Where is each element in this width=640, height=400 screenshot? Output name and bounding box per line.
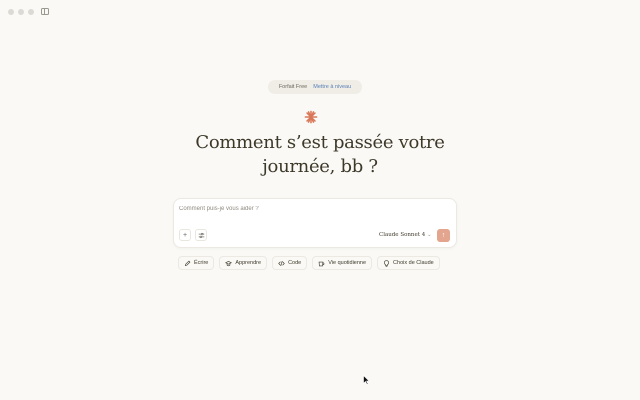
chip-learn[interactable]: Apprendre <box>219 256 268 270</box>
sliders-icon <box>198 232 204 238</box>
mouse-pointer-icon <box>363 375 370 385</box>
chip-daily-life[interactable]: Vie quotidienne <box>312 256 373 270</box>
chip-write[interactable]: Écrire <box>178 256 215 270</box>
chip-label: Écrire <box>194 260 209 266</box>
plan-badge: Forfait Free Mettre à niveau <box>268 80 362 94</box>
tools-button[interactable] <box>195 229 207 241</box>
chip-code[interactable]: Code <box>272 256 308 270</box>
chip-label: Vie quotidienne <box>328 260 367 266</box>
graduation-cap-icon <box>225 260 233 266</box>
add-attachment-button[interactable]: + <box>179 229 191 241</box>
chevron-down-icon: ⌄ <box>427 232 432 238</box>
code-icon <box>278 260 285 266</box>
app-window: Forfait Free Mettre à niveau Comment s’e… <box>0 0 640 400</box>
greeting-line-2: journée, bb ? <box>262 156 378 177</box>
upgrade-link[interactable]: Mettre à niveau <box>313 84 351 90</box>
chip-label: Apprendre <box>235 260 262 266</box>
send-button[interactable]: ↑ <box>437 229 450 242</box>
pencil-icon <box>184 260 191 266</box>
greeting-heading: Comment s’est passée votre journée, bb ? <box>170 131 470 179</box>
suggestion-chips: Écrire Apprendre Code Vie quotidienne Ch… <box>178 256 440 270</box>
message-input[interactable] <box>179 204 439 214</box>
chip-label: Choix de Claude <box>393 260 434 266</box>
minimize-window-button[interactable] <box>18 9 24 15</box>
close-window-button[interactable] <box>8 9 14 15</box>
chip-label: Code <box>288 260 302 266</box>
maximize-window-button[interactable] <box>28 9 34 15</box>
sidebar-toggle-icon[interactable] <box>41 8 49 15</box>
claude-logo-icon <box>304 110 318 124</box>
chip-claude-choice[interactable]: Choix de Claude <box>377 256 440 270</box>
greeting-line-1: Comment s’est passée votre <box>195 132 445 153</box>
window-controls <box>8 9 34 15</box>
arrow-up-icon: ↑ <box>441 232 446 239</box>
lightbulb-icon <box>384 259 390 267</box>
coffee-cup-icon <box>318 261 325 266</box>
message-composer: + Claude Sonnet 4 ⌄ ↑ <box>173 198 457 248</box>
model-name: Claude Sonnet 4 <box>379 232 426 238</box>
plus-icon: + <box>182 231 188 239</box>
model-selector[interactable]: Claude Sonnet 4 ⌄ <box>379 232 431 238</box>
plan-name: Forfait Free <box>278 84 308 90</box>
